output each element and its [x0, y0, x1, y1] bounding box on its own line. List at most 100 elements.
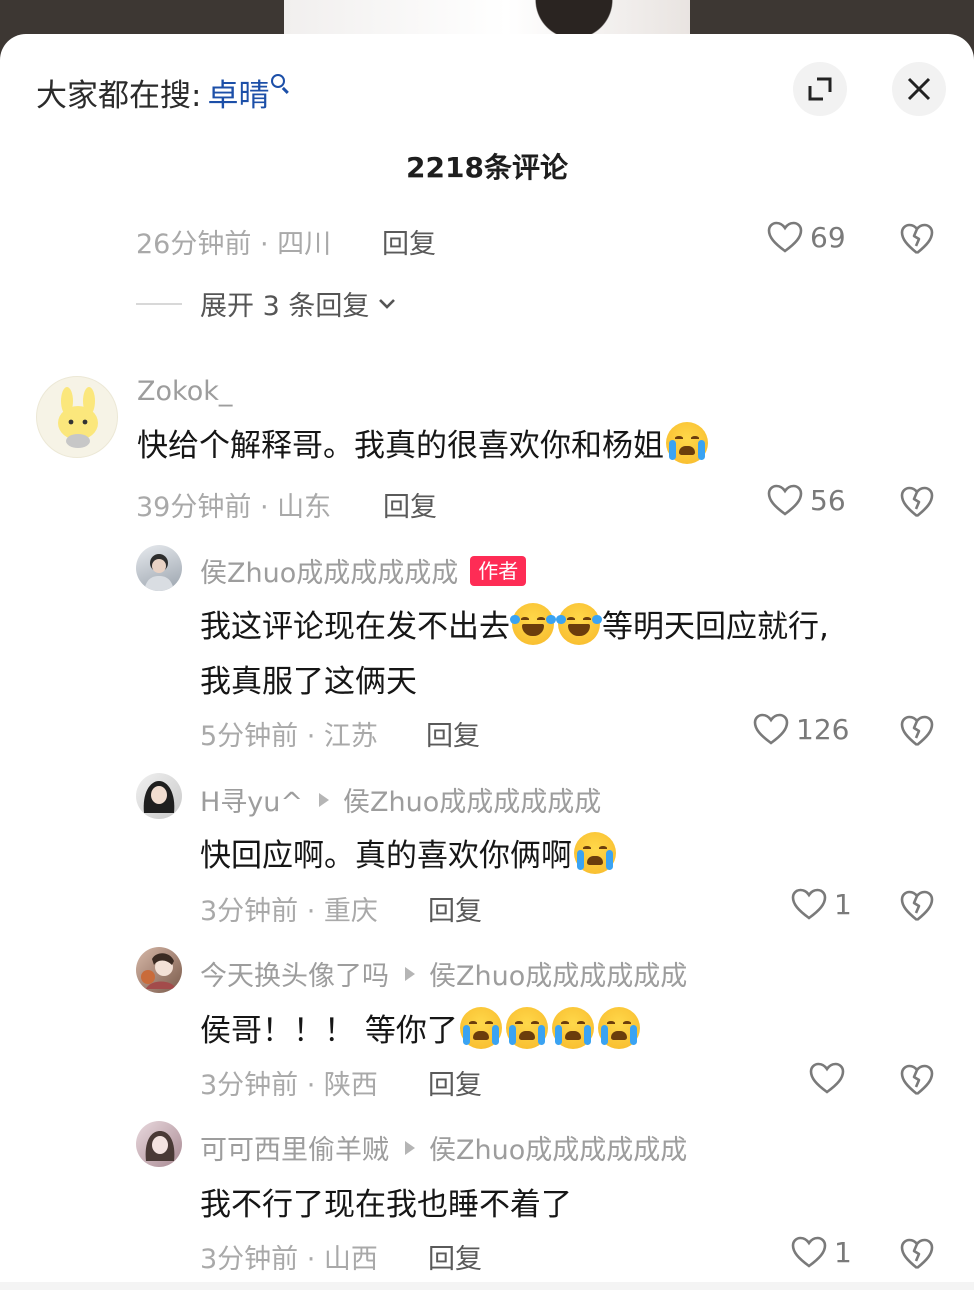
comment-text-body: 快回应啊。真的喜欢你俩啊	[200, 838, 572, 874]
comment-text: 我这评论现在发不出去 等明天回应就行,	[200, 600, 829, 654]
reply-button[interactable]: 回复	[426, 714, 480, 753]
reply-arrow-icon	[405, 1140, 415, 1155]
heart-icon	[767, 484, 803, 516]
person-avatar-icon	[141, 953, 176, 989]
dislike-button[interactable]	[899, 485, 935, 523]
crying-emoji-icon	[459, 1007, 502, 1049]
avatar[interactable]	[136, 947, 182, 993]
dislike-button[interactable]	[899, 714, 935, 752]
expand-replies-button[interactable]: 展开 3 条回复	[136, 284, 397, 323]
comment-meta: 5分钟前 · 江苏	[200, 721, 378, 752]
crying-emoji-icon	[505, 1007, 548, 1049]
crying-emoji-icon	[666, 422, 708, 464]
like-button[interactable]: 69	[766, 220, 846, 254]
person-avatar-icon	[144, 554, 174, 591]
broken-heart-icon	[900, 715, 934, 747]
comment-text: 快回应啊。真的喜欢你俩啊	[200, 829, 618, 883]
reply-button[interactable]: 回复	[428, 889, 482, 928]
dislike-button[interactable]	[899, 1237, 935, 1275]
crying-emoji-icon	[574, 832, 616, 874]
like-button[interactable]: 56	[766, 483, 846, 517]
heart-icon	[791, 1236, 827, 1268]
like-button[interactable]: 126	[752, 712, 849, 746]
close-icon	[907, 77, 931, 101]
comment-meta: 3分钟前 · 陕西	[200, 1070, 378, 1101]
bunny-avatar-icon	[58, 387, 98, 448]
author-badge: 作者	[470, 555, 527, 586]
comment-text-body: 侯哥！！！ 等你了	[200, 1013, 458, 1049]
broken-heart-icon	[900, 486, 934, 518]
broken-heart-icon	[900, 1064, 934, 1096]
comment-sheet: 大家都在搜: 卓晴 2218条评论 26分钟前 · 四川 回复 69 展开 3 …	[0, 34, 974, 1290]
comment-meta: 3分钟前 · 重庆	[200, 896, 378, 927]
broken-heart-icon	[900, 223, 934, 255]
dislike-button[interactable]	[899, 1063, 935, 1101]
broken-heart-icon	[900, 890, 934, 922]
reply-arrow-icon	[319, 792, 330, 807]
bottom-divider	[0, 1282, 974, 1290]
laugh-cry-emoji-icon	[556, 603, 602, 645]
dislike-button[interactable]	[899, 889, 935, 927]
comment-meta: 3分钟前 · 山西	[200, 1244, 378, 1275]
avatar[interactable]	[136, 773, 182, 819]
crying-emoji-icon	[551, 1007, 594, 1049]
hot-search-keyword[interactable]: 卓晴	[207, 70, 269, 115]
reply-arrow-icon	[405, 966, 415, 981]
reply-button[interactable]: 回复	[382, 222, 436, 261]
comment-text-line2: 我真服了这俩天	[200, 664, 417, 700]
chevron-down-icon	[379, 298, 396, 309]
person-avatar-icon	[145, 1131, 175, 1161]
avatar[interactable]	[36, 376, 118, 458]
fullscreen-button[interactable]	[793, 62, 847, 116]
like-button[interactable]: 1	[790, 887, 852, 921]
divider-line	[136, 302, 182, 305]
like-count: 1	[834, 1235, 852, 1269]
like-button[interactable]: 1	[790, 1235, 852, 1269]
broken-heart-icon	[900, 1238, 934, 1270]
laugh-cry-emoji-icon	[510, 603, 556, 645]
like-count: 126	[796, 712, 850, 746]
comment-username: H寻yu^ 侯Zhuo成成成成成成	[200, 780, 601, 819]
comment-text-body: 快给个解释哥。我真的很喜欢你和杨姐	[137, 428, 664, 464]
close-button[interactable]	[892, 62, 946, 116]
comment-username: 侯Zhuo成成成成成成 作者	[200, 551, 527, 590]
comment-text-line1: 我这评论现在发不出去	[200, 609, 510, 645]
hot-search-prefix: 大家都在搜:	[36, 77, 202, 114]
reply-target-name[interactable]: 侯Zhuo成成成成成成	[429, 1128, 687, 1167]
hot-search-row[interactable]: 大家都在搜: 卓晴	[36, 70, 286, 115]
heart-icon	[767, 221, 803, 253]
heart-icon	[809, 1062, 845, 1094]
expand-replies-label: 展开 3 条回复	[200, 291, 370, 322]
search-icon	[271, 74, 286, 88]
like-button[interactable]	[808, 1061, 852, 1095]
dislike-button[interactable]	[899, 222, 935, 260]
crying-emoji-icon	[597, 1007, 640, 1049]
reply-button[interactable]: 回复	[428, 1237, 482, 1276]
person-avatar-icon	[143, 781, 175, 813]
reply-button[interactable]: 回复	[383, 485, 437, 524]
comment-text: 侯哥！！！ 等你了	[200, 1004, 642, 1058]
comment-username[interactable]: Zokok_	[137, 376, 232, 407]
avatar[interactable]	[136, 545, 182, 591]
expand-icon	[808, 77, 832, 101]
reply-target-name[interactable]: 侯Zhuo成成成成成成	[343, 780, 601, 819]
heart-icon	[791, 888, 827, 920]
avatar[interactable]	[136, 1121, 182, 1167]
comment-text-line1-end: 等明天回应就行,	[602, 609, 829, 645]
comment-count-title: 2218条评论	[406, 151, 568, 184]
comment-text: 我不行了现在我也睡不着了	[200, 1187, 572, 1223]
author-name[interactable]: 侯Zhuo成成成成成成	[200, 551, 458, 590]
reply-button[interactable]: 回复	[428, 1063, 482, 1102]
comment-username: 今天换头像了吗 侯Zhuo成成成成成成	[200, 954, 687, 993]
reply-author-name[interactable]: 今天换头像了吗	[200, 954, 389, 993]
comment-username: 可可西里偷羊贼 侯Zhuo成成成成成成	[200, 1128, 687, 1167]
heart-icon	[753, 713, 789, 745]
like-count: 56	[810, 483, 846, 517]
reply-author-name[interactable]: H寻yu^	[200, 780, 303, 819]
comment-meta: 39分钟前 · 山东	[136, 492, 332, 523]
comment-meta: 26分钟前 · 四川	[136, 229, 332, 260]
reply-target-name[interactable]: 侯Zhuo成成成成成成	[429, 954, 687, 993]
like-count: 69	[810, 220, 846, 254]
comment-text: 快给个解释哥。我真的很喜欢你和杨姐	[137, 419, 710, 473]
reply-author-name[interactable]: 可可西里偷羊贼	[200, 1128, 389, 1167]
